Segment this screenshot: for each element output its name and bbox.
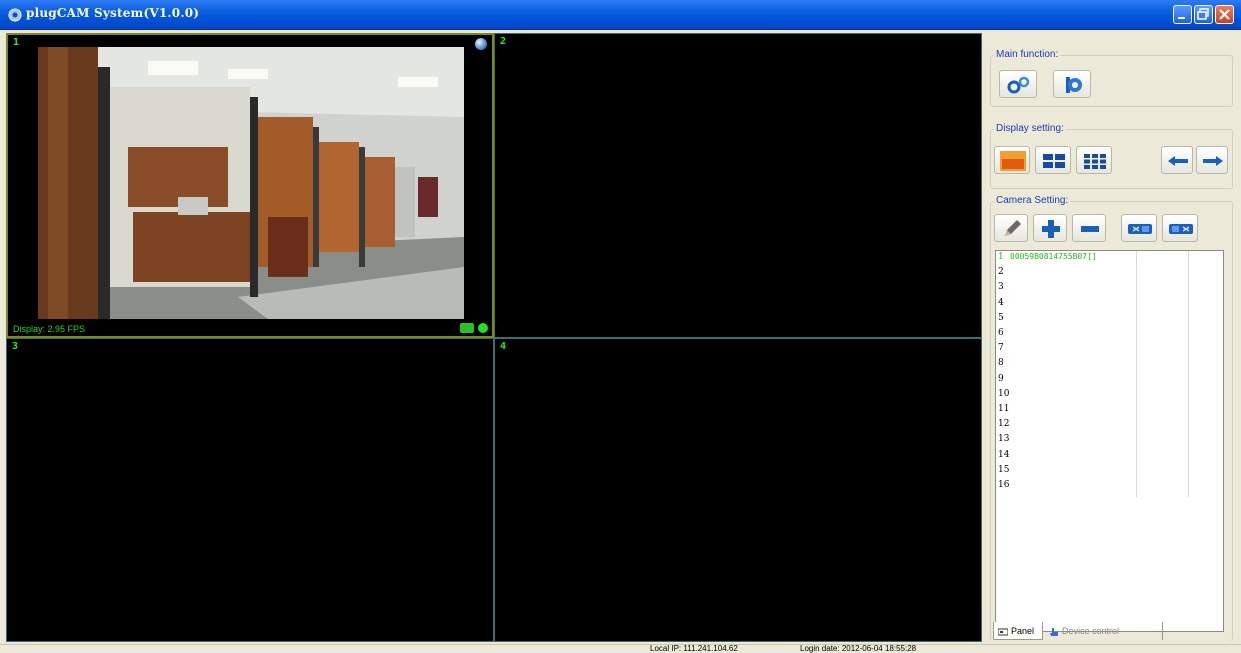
video-cell-3[interactable]: 3 <box>6 338 494 642</box>
next-page-button[interactable] <box>1196 146 1228 174</box>
table-row[interactable]: 13 <box>998 434 1010 449</box>
video-cell-2[interactable]: 2 <box>494 33 982 338</box>
row-number: 11 <box>998 404 1010 414</box>
column-divider <box>1136 251 1137 497</box>
edit-pencil-icon <box>1005 220 1021 236</box>
camera-disconnect-icon <box>1169 224 1193 234</box>
group-label: Main function: <box>994 49 1061 60</box>
status-indicator-icon <box>478 323 488 333</box>
playback-icon <box>1066 77 1082 93</box>
tab-device-control[interactable]: Device control <box>1045 622 1163 640</box>
arrow-left-icon <box>1168 156 1188 166</box>
cell-number: 1 <box>13 37 20 48</box>
row-number: 3 <box>998 282 1004 293</box>
connect-camera-button[interactable] <box>1121 214 1157 242</box>
panel-icon <box>998 628 1008 636</box>
maximize-button[interactable] <box>1194 5 1213 24</box>
title-bar: plugCAM System(V1.0.0) <box>0 0 1241 30</box>
settings-gears-icon <box>1007 76 1030 94</box>
layout-1x1-icon <box>1000 151 1026 171</box>
display-setting-group: Display setting: <box>990 123 1233 189</box>
edit-camera-button[interactable] <box>994 214 1028 242</box>
row-number: 12 <box>998 419 1010 430</box>
row-number: 8 <box>998 358 1004 369</box>
table-row[interactable]: 16 <box>998 480 1010 495</box>
row-number: 6 <box>998 328 1004 338</box>
minimize-icon <box>1178 17 1185 19</box>
window-title: plugCAM System(V1.0.0) <box>26 6 200 20</box>
tab-panel[interactable]: Panel <box>993 622 1043 640</box>
row-number: 13 <box>998 434 1010 445</box>
row-number: 15 <box>998 464 1010 475</box>
tab-label: Device control <box>1062 626 1120 636</box>
table-row[interactable]: 8 <box>998 358 1010 373</box>
table-row[interactable]: 11 <box>998 404 1010 419</box>
camera-setting-group: Camera Setting: 1 00059B0814755B07[] 2 3… <box>990 195 1233 641</box>
maximize-icon <box>1197 8 1209 20</box>
record-icon[interactable] <box>460 323 474 333</box>
globe-icon[interactable] <box>475 38 487 50</box>
layout-2x2-icon <box>1043 154 1065 168</box>
row-number: 7 <box>998 343 1004 354</box>
row-number: 2 <box>998 267 1004 278</box>
fps-display: Display: 2.95 FPS <box>13 324 86 334</box>
settings-button[interactable] <box>999 70 1037 98</box>
main-function-group: Main function: <box>990 49 1233 107</box>
column-divider <box>1188 251 1189 497</box>
camera-list[interactable]: 1 00059B0814755B07[] 2 3 4 5 6 7 8 9 10 11 12 13 14 15 1… <box>995 250 1224 632</box>
row-number: 10 <box>998 388 1010 399</box>
add-camera-button[interactable] <box>1033 214 1067 242</box>
layout-2x2-button[interactable] <box>1035 146 1071 174</box>
video-cell-4[interactable]: 4 <box>494 338 982 642</box>
minimize-button[interactable] <box>1173 5 1192 24</box>
table-row[interactable]: 9 <box>998 374 1010 389</box>
row-number: 4 <box>998 297 1004 308</box>
layout-3x3-icon <box>1084 154 1106 169</box>
table-row[interactable]: 12 <box>998 419 1010 434</box>
group-label: Camera Setting: <box>994 195 1071 206</box>
remove-camera-button[interactable] <box>1072 214 1106 242</box>
video-grid: 1 Display: 2.95 FPS 2 3 4 <box>6 33 982 642</box>
remove-minus-icon <box>1081 226 1099 232</box>
table-row[interactable]: 14 <box>998 450 1010 465</box>
close-button[interactable] <box>1215 5 1234 24</box>
table-row[interactable]: 3 <box>998 282 1010 297</box>
camera-feed-image <box>38 47 464 319</box>
arrow-right-icon <box>1203 156 1223 166</box>
row-number: 9 <box>998 373 1004 384</box>
camera-app-icon <box>8 8 22 22</box>
table-row[interactable]: 7 <box>998 343 1010 358</box>
layout-3x3-button[interactable] <box>1076 146 1112 174</box>
row-number: 14 <box>998 449 1010 460</box>
row-number: 16 <box>998 480 1010 490</box>
group-label: Display setting: <box>994 123 1066 134</box>
close-icon <box>1219 9 1230 20</box>
hand-pointer-icon <box>1050 627 1058 636</box>
camera-connect-icon <box>1128 224 1152 234</box>
previous-page-button[interactable] <box>1161 146 1193 174</box>
camera-id: 00059B0814755B07[] <box>1010 252 1097 261</box>
layout-1x1-button[interactable] <box>994 146 1030 174</box>
tab-label: Panel <box>1011 626 1035 636</box>
disconnect-camera-button[interactable] <box>1162 214 1198 242</box>
table-row[interactable]: 6 <box>998 328 1010 343</box>
table-row[interactable]: 4 <box>998 298 1010 313</box>
table-row[interactable]: 2 <box>998 267 1010 282</box>
add-plus-icon <box>1042 220 1060 238</box>
cell-number: 4 <box>500 341 507 352</box>
control-panel: Main function: Display setting: Camera S… <box>985 33 1241 642</box>
row-number: 1 <box>998 252 1004 262</box>
panel-tabs: Panel Device control <box>990 622 1238 642</box>
cell-number: 3 <box>12 341 19 352</box>
table-row[interactable]: 10 <box>998 389 1010 404</box>
cell-number: 2 <box>500 36 507 47</box>
table-row[interactable]: 15 <box>998 465 1010 480</box>
playback-button[interactable] <box>1053 70 1091 98</box>
row-number: 5 <box>998 312 1004 323</box>
table-row[interactable]: 5 <box>998 313 1010 328</box>
table-row[interactable]: 1 00059B0814755B07[] <box>998 252 1097 267</box>
video-cell-1[interactable]: 1 Display: 2.95 FPS <box>6 33 494 338</box>
